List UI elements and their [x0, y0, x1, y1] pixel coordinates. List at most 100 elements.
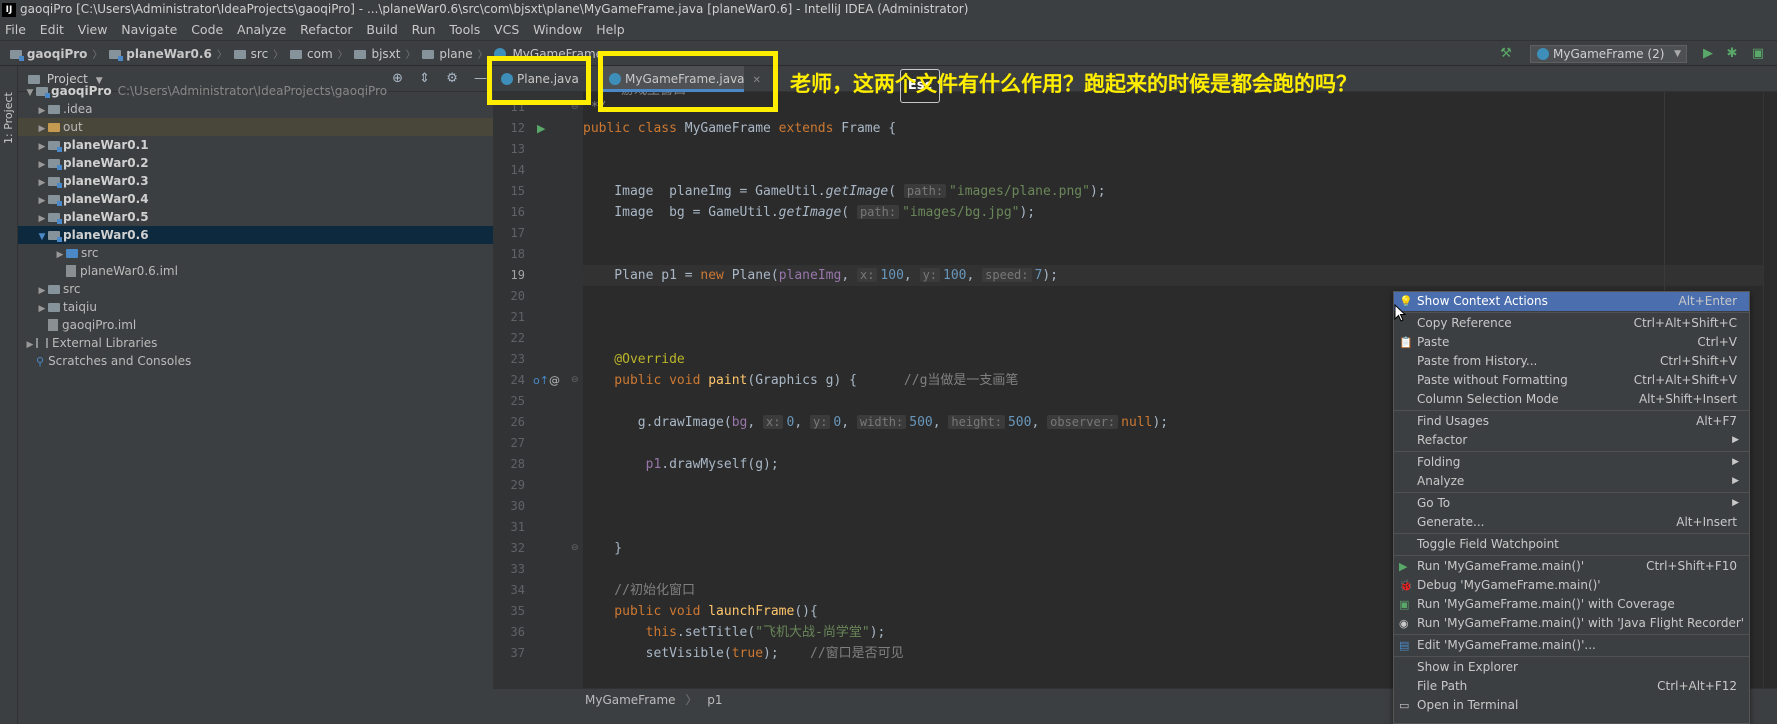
menu-item-column-selection-mode[interactable]: Column Selection Mode Alt+Shift+Insert [1394, 390, 1749, 409]
tree-item-planewar04[interactable]: ▶ planeWar0.4 [18, 190, 493, 208]
menu-analyze[interactable]: Analyze [232, 19, 291, 40]
line-number: 19 [510, 268, 525, 282]
tree-item-planewar06[interactable]: ▼ planeWar0.6 [18, 226, 493, 244]
tree-item-idea[interactable]: ▶ .idea [18, 100, 493, 118]
tree-item-gaoqipro[interactable]: ▼ gaoqiPro C:\Users\Administrator\IdeaProj… [18, 82, 493, 100]
project-tool-tab[interactable]: 1: Project [2, 92, 15, 144]
excluded-folder-icon [48, 123, 60, 132]
module-folder-icon [109, 50, 124, 61]
plane-tab-highlight [487, 56, 591, 105]
menu-edit[interactable]: Edit [35, 19, 69, 40]
menu-item-paste[interactable]: 📋 Paste Ctrl+V [1394, 333, 1749, 352]
clipboard-icon: 📋 [1399, 336, 1413, 349]
folder-icon [48, 303, 60, 312]
menu-tools[interactable]: Tools [444, 19, 485, 40]
run-icon[interactable]: ▶ [1699, 45, 1717, 63]
menu-file[interactable]: File [0, 19, 31, 40]
breadcrumb-gaoqipro[interactable]: gaoqiPro [25, 41, 90, 67]
menu-view[interactable]: View [73, 19, 113, 40]
menu-item-refactor[interactable]: Refactor ▶ [1394, 431, 1749, 450]
line-number: 29 [510, 478, 525, 492]
menu-item-debug-main[interactable]: 🐞 Debug 'MyGameFrame.main()' [1394, 576, 1749, 595]
window-title: gaoqiPro [C:\Users\Administrator\IdeaPro… [20, 2, 969, 16]
line-number: 28 [510, 457, 525, 471]
tree-item-planewar02[interactable]: ▶ planeWar0.2 [18, 154, 493, 172]
line-number: 23 [510, 352, 525, 366]
module-folder-icon [48, 213, 62, 224]
breadcrumb-src[interactable]: src [249, 41, 271, 67]
menu-item-find-usages[interactable]: Find Usages Alt+F7 [1394, 412, 1749, 431]
code-line: //初始化窗口 [583, 583, 695, 598]
code-line: setVisible(true); //窗口是否可见 [583, 646, 904, 661]
menu-item-go-to[interactable]: Go To ▶ [1394, 494, 1749, 513]
menu-item-edit-configuration[interactable]: ▤ Edit 'MyGameFrame.main()'... [1394, 636, 1749, 655]
tree-item-gaoqipro-iml[interactable]: gaoqiPro.iml [18, 316, 493, 334]
menu-item-analyze[interactable]: Analyze ▶ [1394, 472, 1749, 491]
menu-refactor[interactable]: Refactor [295, 19, 357, 40]
menu-vcs[interactable]: VCS [489, 19, 524, 40]
tree-item-planewar06-iml[interactable]: planeWar0.6.iml [18, 262, 493, 280]
menu-item-run-main[interactable]: ▶ Run 'MyGameFrame.main()' Ctrl+Shift+F10 [1394, 557, 1749, 576]
menu-item-run-with-coverage[interactable]: ▣ Run 'MyGameFrame.main()' with Coverage [1394, 595, 1749, 614]
tree-item-planewar05[interactable]: ▶ planeWar0.5 [18, 208, 493, 226]
menu-item-show-in-explorer[interactable]: Show in Explorer [1394, 658, 1749, 677]
status-crumb-field[interactable]: p1 [707, 693, 722, 707]
tree-item-planewar01[interactable]: ▶ planeWar0.1 [18, 136, 493, 154]
line-number: 30 [510, 499, 525, 513]
menu-separator [1394, 656, 1749, 657]
fold-icon[interactable]: ⊖ [571, 370, 579, 391]
menu-window[interactable]: Window [528, 19, 587, 40]
run-gutter-icon[interactable]: ▶ [537, 118, 545, 139]
code-line: } [583, 541, 623, 556]
line-number: 32 [510, 541, 525, 555]
menu-item-paste-without-formatting[interactable]: Paste without Formatting Ctrl+Alt+Shift+V [1394, 371, 1749, 390]
library-icon [36, 338, 48, 348]
code-line: public class MyGameFrame extends Frame { [583, 121, 897, 136]
intellij-logo-icon: IJ [2, 2, 16, 17]
menu-item-file-path[interactable]: File Path Ctrl+Alt+F12 [1394, 677, 1749, 696]
edit-config-icon: ▤ [1399, 639, 1410, 652]
debug-icon[interactable]: ✱ [1723, 45, 1741, 63]
build-hammer-icon[interactable]: ⚒ [1497, 45, 1515, 63]
folder-icon [290, 50, 303, 59]
menu-code[interactable]: Code [186, 19, 228, 40]
breadcrumb-plane[interactable]: plane [437, 41, 474, 67]
tree-item-src-module[interactable]: ▶ src [18, 244, 493, 262]
line-number: 12 [510, 121, 525, 135]
override-icon[interactable]: o↑ [533, 370, 549, 391]
menu-item-open-in-terminal[interactable]: ▭ Open in Terminal [1394, 696, 1749, 715]
line-number: 34 [510, 583, 525, 597]
menu-item-folding[interactable]: Folding ▶ [1394, 453, 1749, 472]
breadcrumb-com[interactable]: com [305, 41, 335, 67]
menu-item-run-with-flight-recorder[interactable]: ◉ Run 'MyGameFrame.main()' with 'Java Fli… [1394, 614, 1749, 633]
tree-item-out[interactable]: ▶ out [18, 118, 493, 136]
menu-item-copy-reference[interactable]: Copy Reference Ctrl+Alt+Shift+C [1394, 314, 1749, 333]
tree-item-taiqiu[interactable]: ▶ taiqiu [18, 298, 493, 316]
menu-navigate[interactable]: Navigate [116, 19, 182, 40]
breadcrumb-planewar06[interactable]: planeWar0.6 [124, 41, 214, 67]
menu-item-paste-from-history[interactable]: Paste from History... Ctrl+Shift+V [1394, 352, 1749, 371]
menu-item-generate[interactable]: Generate... Alt+Insert [1394, 513, 1749, 532]
menu-build[interactable]: Build [361, 19, 402, 40]
menu-separator [1394, 533, 1749, 534]
module-folder-icon [48, 177, 62, 188]
coverage-icon[interactable]: ▣ [1749, 45, 1767, 63]
folder-icon [233, 50, 246, 59]
tree-item-src[interactable]: ▶ src [18, 280, 493, 298]
tree-item-planewar03[interactable]: ▶ planeWar0.3 [18, 172, 493, 190]
menu-item-toggle-field-watchpoint[interactable]: Toggle Field Watchpoint [1394, 535, 1749, 554]
line-number: 20 [510, 289, 525, 303]
code-line: Image planeImg = GameUtil.getImage( path… [583, 184, 1106, 199]
menu-help[interactable]: Help [591, 19, 630, 40]
chevron-right-icon: ▶ [1732, 498, 1739, 508]
menu-item-show-context-actions[interactable]: 💡 Show Context Actions Alt+Enter [1394, 292, 1749, 311]
breadcrumb-bjsxt[interactable]: bjsxt [369, 41, 402, 67]
line-number: 33 [510, 562, 525, 576]
fold-icon[interactable]: ⊖ [571, 538, 579, 559]
status-crumb-class[interactable]: MyGameFrame [585, 693, 676, 707]
menu-run[interactable]: Run [407, 19, 441, 40]
tree-item-scratches[interactable]: ⚲ Scratches and Consoles [18, 352, 493, 370]
run-configuration-select[interactable]: MyGameFrame (2) ▼ [1530, 45, 1687, 63]
line-number: 15 [510, 184, 525, 198]
tree-item-external-libraries[interactable]: ▶ External Libraries [18, 334, 493, 352]
